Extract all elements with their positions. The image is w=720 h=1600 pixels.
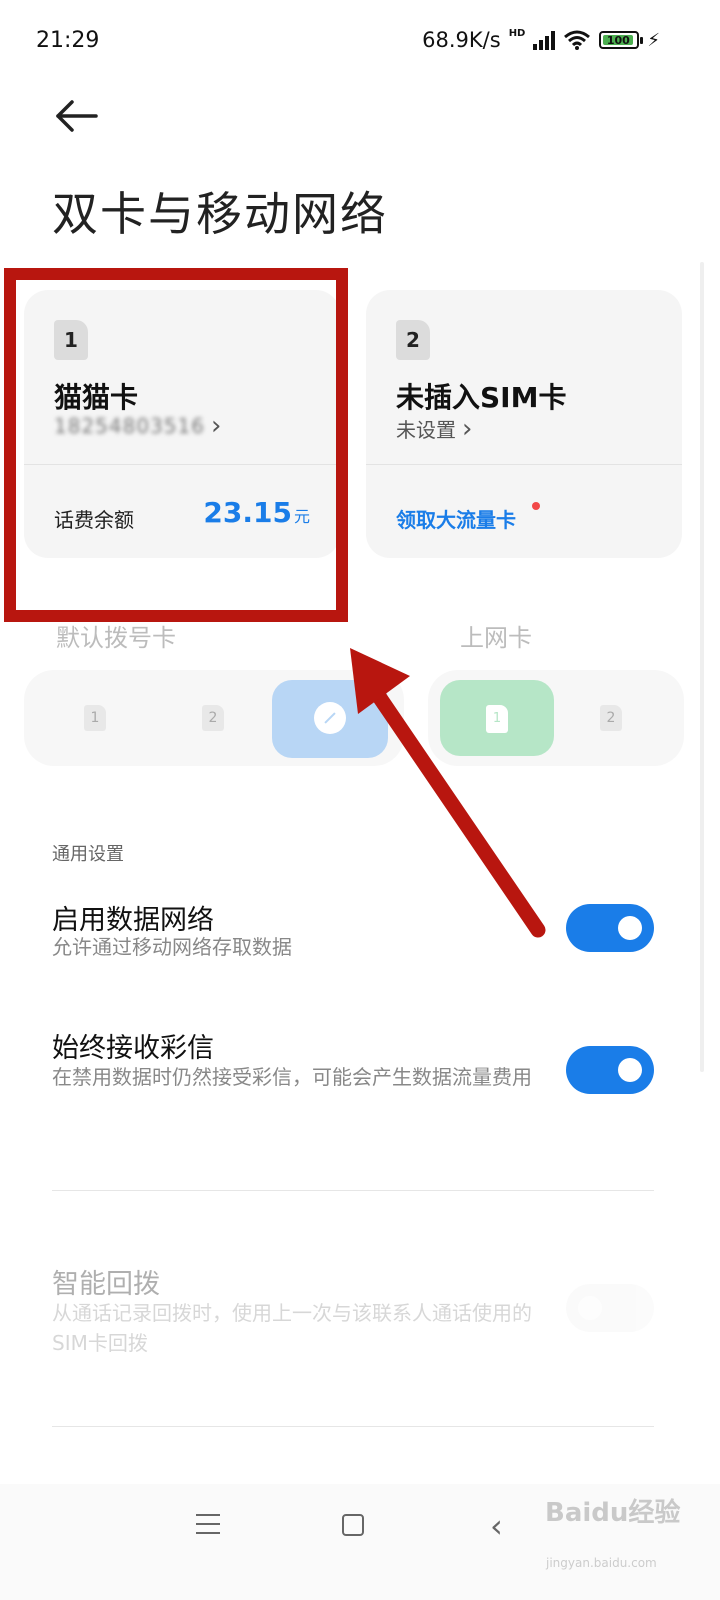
net-speed: 68.9K/s xyxy=(422,28,501,52)
general-settings-label: 通用设置 xyxy=(52,844,124,865)
battery-level: 100 xyxy=(603,35,634,47)
dial-option-1[interactable]: 1 xyxy=(84,705,106,731)
cell-signal-icon xyxy=(533,30,556,50)
hd-label: HD xyxy=(508,28,526,39)
mms-desc: 在禁用数据时仍然接受彩信，可能会产生数据流量费用 xyxy=(52,1065,532,1089)
watermark-logo: Baidu经验 xyxy=(545,1498,681,1528)
dial-option-2[interactable]: 2 xyxy=(202,705,224,731)
status-time: 21:29 xyxy=(36,28,100,53)
back-arrow-icon[interactable] xyxy=(50,92,106,140)
sim-card-2[interactable]: 2 未插入SIM卡 未设置 › 领取大流量卡 xyxy=(366,290,682,558)
recent-apps-icon[interactable] xyxy=(196,1514,220,1534)
smart-redial-desc: 从通话记录回拨时，使用上一次与该联系人通话使用的SIM卡回拨 xyxy=(52,1301,532,1355)
smart-redial-toggle[interactable] xyxy=(566,1284,654,1332)
watermark-domain: jingyan.baidu.com xyxy=(546,1556,657,1570)
divider xyxy=(52,1190,654,1191)
toggle-knob xyxy=(618,1058,642,1082)
sim-status-row[interactable]: 未设置 › xyxy=(396,414,472,443)
divider xyxy=(366,464,682,465)
scrollbar[interactable] xyxy=(700,262,704,1072)
toggle-knob xyxy=(618,916,642,940)
promo-link[interactable]: 领取大流量卡 xyxy=(396,504,516,533)
battery-icon: 100 xyxy=(599,31,644,49)
default-dial-label: 默认拨号卡 xyxy=(56,624,176,652)
divider xyxy=(52,1426,654,1427)
notification-dot xyxy=(532,502,540,510)
sim-name: 未插入SIM卡 xyxy=(396,381,567,414)
highlight-frame xyxy=(4,268,348,622)
sim-slot-badge: 2 xyxy=(396,320,430,360)
wifi-icon xyxy=(564,30,591,50)
charging-icon: ⚡ xyxy=(647,29,660,51)
annotation-arrow xyxy=(350,648,546,938)
chevron-right-icon: › xyxy=(462,413,473,444)
data-option-2[interactable]: 2 xyxy=(600,705,622,731)
nav-back-icon[interactable]: ‹ xyxy=(490,1507,503,1545)
mms-title[interactable]: 始终接收彩信 xyxy=(52,1026,214,1065)
status-right: 68.9K/s HD 100 ⚡ xyxy=(422,28,660,52)
mms-toggle[interactable] xyxy=(566,1046,654,1094)
home-icon[interactable] xyxy=(342,1514,364,1536)
sim-status: 未设置 xyxy=(396,418,456,442)
page-title: 双卡与移动网络 xyxy=(52,187,388,241)
enable-data-desc: 允许通过移动网络存取数据 xyxy=(52,935,292,959)
toggle-knob xyxy=(578,1296,602,1320)
enable-data-toggle[interactable] xyxy=(566,904,654,952)
smart-redial-title[interactable]: 智能回拨 xyxy=(52,1262,160,1301)
